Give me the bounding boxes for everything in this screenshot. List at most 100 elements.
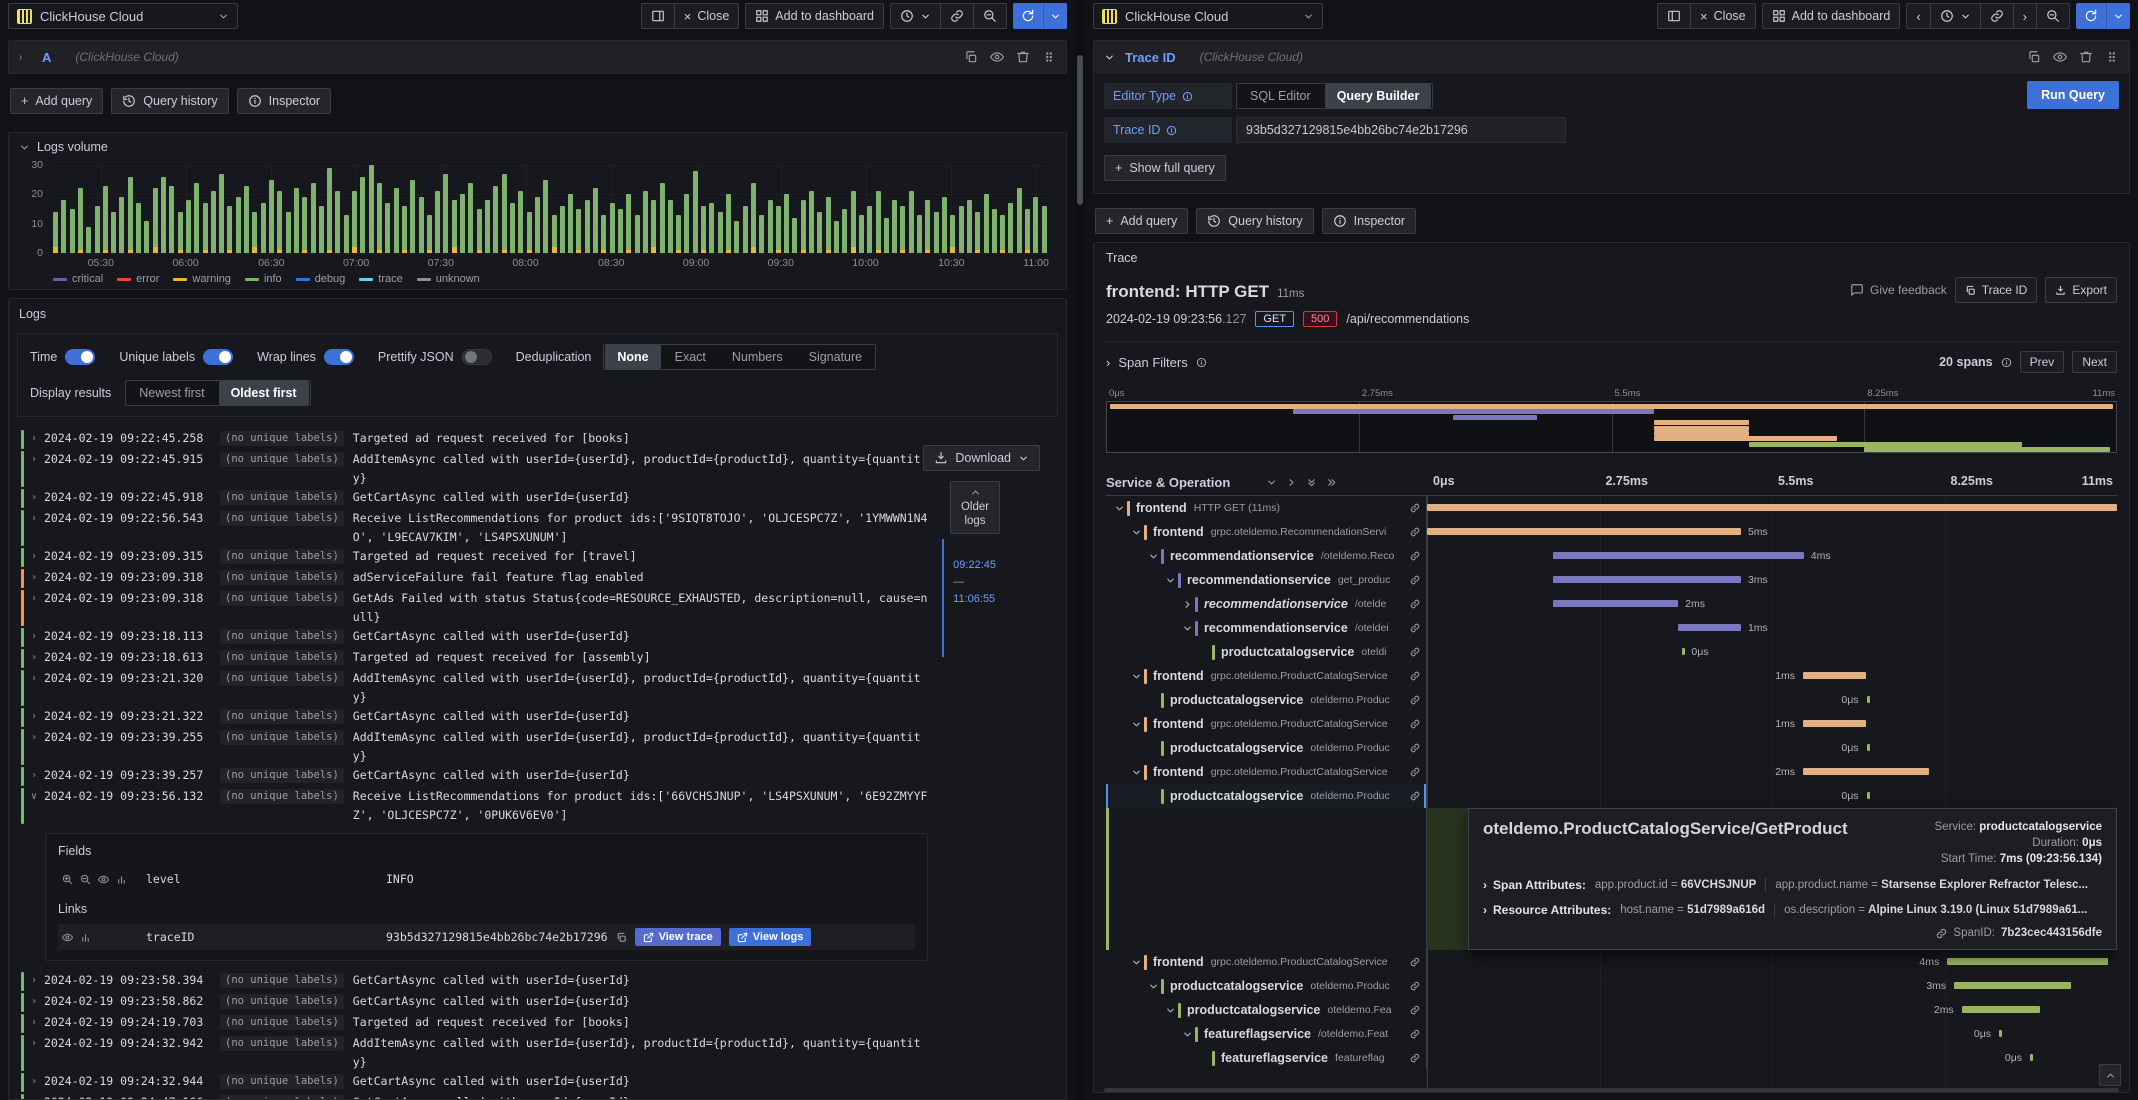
collapse-one-icon[interactable] <box>1266 477 1277 488</box>
link-icon[interactable] <box>1406 527 1426 537</box>
log-expand-chevron[interactable]: › <box>31 1093 44 1099</box>
chevron-down-icon[interactable] <box>1112 503 1126 514</box>
dedup-option-none[interactable]: None <box>605 345 661 369</box>
datasource-picker[interactable]: ClickHouse Cloud <box>8 3 238 29</box>
query-history-button[interactable]: Query history <box>111 88 229 114</box>
span-row[interactable]: frontend grpc.oteldemo.ProductCatalogServ… <box>1106 760 2117 784</box>
copy-query-icon[interactable] <box>964 50 978 64</box>
copy-trace-id-button[interactable]: Trace ID <box>1954 277 2038 303</box>
inspector-button[interactable]: Inspector <box>1321 208 1417 234</box>
span-filters-label[interactable]: Span Filters <box>1118 355 1187 370</box>
log-row[interactable]: › 2024-02-19 09:23:21.320 (no unique label… <box>19 669 928 707</box>
span-timeline-cell[interactable]: 2ms <box>1427 998 2117 1022</box>
split-pane-button[interactable] <box>642 4 675 28</box>
trace-id-input[interactable]: 93b5d327129815e4bb26bc74e2b17296 <box>1236 117 1566 143</box>
minimap-strip[interactable] <box>1106 401 2117 453</box>
span-row[interactable]: frontend HTTP GET (11ms) <box>1106 496 2117 520</box>
legend-item[interactable]: error <box>117 273 159 285</box>
delete-query-icon[interactable] <box>2079 50 2093 64</box>
chevron-down-icon[interactable] <box>1129 767 1143 778</box>
time-toggle[interactable] <box>65 349 96 365</box>
query-ref[interactable]: Trace ID <box>1125 50 1176 65</box>
span-name-cell[interactable]: productcatalogservice oteldemo.Produc <box>1106 688 1427 712</box>
log-row[interactable]: › 2024-02-19 09:23:09.318 (no unique label… <box>19 568 928 589</box>
log-row[interactable]: › 2024-02-19 09:23:21.322 (no unique label… <box>19 707 928 728</box>
logs-navigation[interactable]: 09:22:45 — 11:06:55 <box>942 539 996 657</box>
link-icon[interactable] <box>1406 671 1426 681</box>
log-row[interactable]: › 2024-02-19 09:24:32.944 (no unique label… <box>19 1072 928 1093</box>
span-row[interactable]: frontend grpc.oteldemo.ProductCatalogServ… <box>1106 712 2117 736</box>
log-expand-chevron[interactable]: › <box>31 971 44 990</box>
link-icon[interactable] <box>1406 503 1426 513</box>
span-row[interactable]: productcatalogservice oteldemo.Produc 0μs <box>1106 736 2117 760</box>
span-row[interactable]: frontend grpc.oteldemo.RecommendationServ… <box>1106 520 2117 544</box>
time-shift-back-button[interactable]: ‹ <box>1907 4 1931 28</box>
drag-handle-icon[interactable] <box>2105 50 2119 64</box>
expand-one-icon[interactable] <box>1286 477 1297 488</box>
close-pane-button[interactable]: × Close <box>675 4 739 28</box>
span-row[interactable]: recommendationservice get_produc 3ms <box>1106 568 2117 592</box>
link-icon[interactable] <box>1406 551 1426 561</box>
show-full-query-button[interactable]: + Show full query <box>1104 155 1226 181</box>
span-timeline-cell[interactable]: 2ms <box>1427 592 2117 616</box>
dedup-option-numbers[interactable]: Numbers <box>720 345 795 369</box>
span-row[interactable]: recommendationservice/oteldei 1ms <box>1106 616 2117 640</box>
span-row[interactable]: recommendationservice/otelde 2ms <box>1106 592 2117 616</box>
next-span-button[interactable]: Next <box>2072 351 2117 373</box>
chevron-down-icon[interactable] <box>1146 981 1160 992</box>
span-timeline-cell[interactable]: 1ms <box>1427 664 2117 688</box>
span-row[interactable]: productcatalogservice oteldemo.Produc 0μs <box>1106 688 2117 712</box>
log-expand-chevron[interactable]: › <box>31 450 44 469</box>
span-timeline-cell[interactable]: 3ms <box>1427 974 2117 998</box>
span-row[interactable]: productcatalogservice oteldemo.Produc 3ms <box>1106 974 2117 998</box>
refresh-interval-caret[interactable] <box>1043 3 1067 29</box>
span-row[interactable]: featureflagservice featureflag 0μs <box>1106 1046 2117 1070</box>
span-timeline-cell[interactable]: 0μs <box>1427 736 2117 760</box>
log-row[interactable]: › 2024-02-19 09:23:09.315 (no unique label… <box>19 547 928 568</box>
span-name-cell[interactable]: productcatalogservice oteldi <box>1106 640 1427 664</box>
stats-icon[interactable] <box>80 932 91 943</box>
link-icon[interactable] <box>1406 1005 1426 1015</box>
chevron-down-icon[interactable] <box>1129 957 1143 968</box>
legend-item[interactable]: warning <box>173 273 231 285</box>
filter-out-value-icon[interactable] <box>80 874 91 885</box>
eye-icon[interactable] <box>98 874 109 885</box>
chevron-down-icon[interactable] <box>1180 1029 1194 1040</box>
chevron-down-icon[interactable] <box>1129 671 1143 682</box>
resource-attributes-row[interactable]: › Resource Attributes: host.name = 51d798… <box>1483 903 2102 917</box>
link-icon[interactable] <box>1406 743 1426 753</box>
span-name-cell[interactable]: frontend grpc.oteldemo.ProductCatalogServ… <box>1106 760 1427 784</box>
give-feedback-button[interactable]: Give feedback <box>1850 283 1947 297</box>
log-expand-chevron[interactable]: › <box>31 568 44 587</box>
link-icon[interactable] <box>1406 981 1426 991</box>
span-row[interactable]: frontend grpc.oteldemo.ProductCatalogServ… <box>1106 664 2117 688</box>
stats-icon[interactable] <box>116 874 127 885</box>
zoom-out-button[interactable] <box>974 4 1006 28</box>
log-expand-chevron[interactable]: › <box>31 547 44 566</box>
horizontal-scrollbar[interactable] <box>1104 1088 2119 1092</box>
chevron-down-icon[interactable] <box>1163 575 1177 586</box>
refresh-interval-caret[interactable] <box>2106 3 2130 29</box>
expand-all-icon[interactable] <box>1326 477 1337 488</box>
dedup-option-exact[interactable]: Exact <box>663 345 718 369</box>
link-icon[interactable] <box>1406 575 1426 585</box>
legend-item[interactable]: info <box>244 273 282 285</box>
chevron-down-icon[interactable] <box>1163 1005 1177 1016</box>
chevron-down-icon[interactable] <box>1104 52 1115 63</box>
view-trace-button[interactable]: View trace <box>634 928 721 946</box>
download-button[interactable]: Download <box>923 445 1040 471</box>
refresh-button[interactable] <box>1013 3 1067 29</box>
span-row[interactable]: recommendationservice/oteldemo.Reco 4ms <box>1106 544 2117 568</box>
scroll-to-top-button[interactable] <box>2099 1064 2121 1086</box>
split-pane-button[interactable] <box>1658 4 1692 28</box>
log-expand-chevron[interactable]: › <box>31 1013 44 1032</box>
log-expand-chevron[interactable]: › <box>31 1072 44 1091</box>
log-row[interactable]: › 2024-02-19 09:22:45.258 (no unique label… <box>19 429 928 450</box>
link-icon[interactable] <box>1406 599 1426 609</box>
span-name-cell[interactable]: productcatalogservice oteldemo.Produc <box>1106 974 1427 998</box>
log-row[interactable]: › 2024-02-19 09:23:58.862 (no unique label… <box>19 992 928 1013</box>
share-link-button[interactable] <box>941 4 974 28</box>
span-row[interactable]: productcatalogservice oteldi 0μs <box>1106 640 2117 664</box>
log-expand-chevron[interactable]: › <box>31 728 44 747</box>
span-name-cell[interactable]: recommendationservice get_produc <box>1106 568 1427 592</box>
